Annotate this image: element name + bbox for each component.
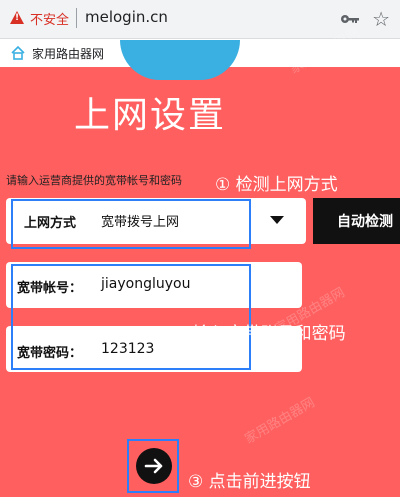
highlight-next xyxy=(127,439,179,493)
url-divider xyxy=(76,8,77,28)
url-text[interactable]: melogin.cn xyxy=(85,8,168,26)
warning-icon xyxy=(10,11,24,24)
page-title: 上网设置 xyxy=(74,95,227,136)
annotation-step1: ① 检测上网方式 xyxy=(215,175,338,195)
highlight-mode xyxy=(11,199,251,249)
annotation-step2: ② 输入宽带账号和密码 xyxy=(172,324,346,344)
annotation-step3: ③ 点击前进按钮 xyxy=(188,472,311,492)
highlight-credentials xyxy=(11,264,251,370)
logo-arc xyxy=(120,40,240,80)
bookmark-item[interactable]: 家用路由器网 xyxy=(32,45,104,62)
security-label: 不安全 xyxy=(30,13,70,28)
star-icon[interactable]: ☆ xyxy=(372,7,390,31)
watermark: 家用路由器网 xyxy=(242,395,318,448)
auto-detect-button[interactable]: 自动检测 xyxy=(313,198,400,244)
house-icon xyxy=(11,45,25,60)
chevron-down-icon[interactable] xyxy=(270,216,284,224)
form-hint: 请输入运营商提供的宽带帐号和密码 xyxy=(6,174,182,187)
